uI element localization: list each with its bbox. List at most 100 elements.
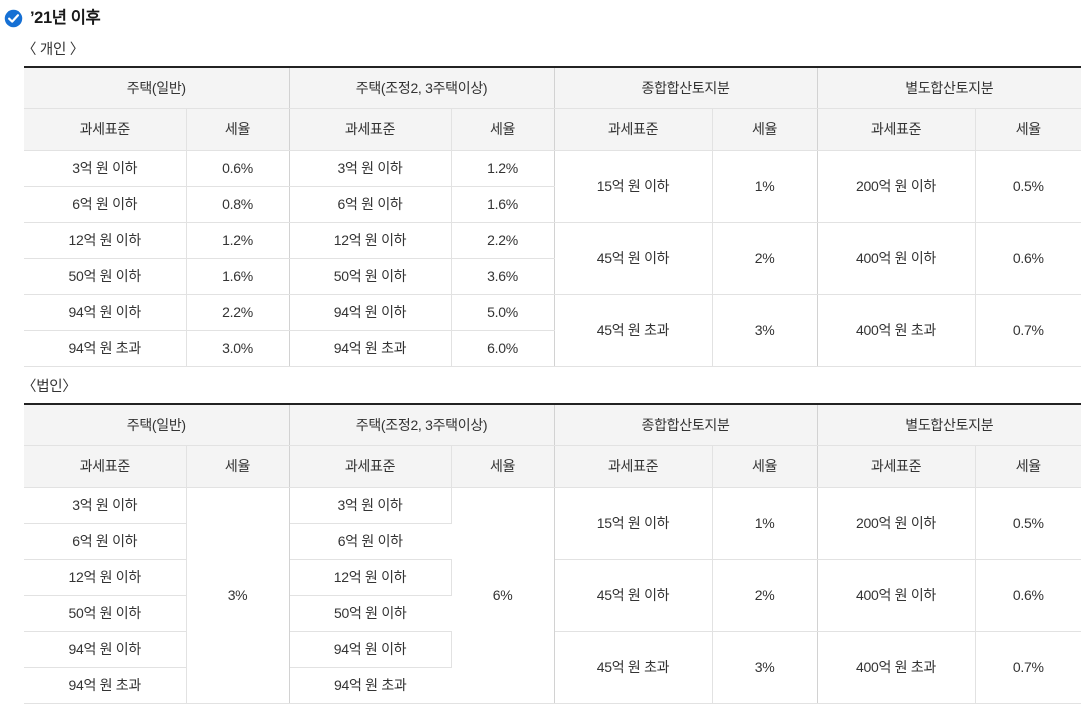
page-title: ’21년 이후 — [30, 8, 101, 27]
cell-rate-land-separate: 0.5% — [975, 487, 1081, 560]
sub-header-row: 과세표준 세율 과세표준 세율 과세표준 세율 과세표준 세율 — [24, 108, 1081, 151]
sub-header-base-3: 과세표준 — [554, 445, 713, 488]
group-header-land-separate: 별도합산토지분 — [817, 67, 1081, 109]
cell-base-general: 94억 원 초과 — [24, 667, 187, 704]
table-head: 주택(일반) 주택(조정2, 3주택이상) 종합합산토지분 별도합산토지분 과세… — [24, 404, 1081, 488]
cell-rate-land-aggregate: 3% — [712, 294, 818, 367]
cell-base-general: 50억 원 이하 — [24, 595, 187, 632]
cell-rate-land-aggregate: 3% — [712, 631, 818, 704]
table-row: 94억 원 이하 2.2% 94억 원 이하 5.0% 45억 원 초과 3% … — [24, 294, 1081, 367]
cell-rate-adjusted: 1.2% — [451, 150, 555, 187]
cell-rate-land-separate: 0.6% — [975, 559, 1081, 632]
cell-rate-land-separate: 0.7% — [975, 631, 1081, 704]
cell-base-adjusted: 6억 원 이하 — [289, 186, 452, 223]
sub-header-base-3: 과세표준 — [554, 108, 713, 151]
sub-header-base-4: 과세표준 — [817, 108, 976, 151]
cell-rate-land-aggregate: 2% — [712, 222, 818, 295]
sub-header-base-2: 과세표준 — [289, 108, 452, 151]
cell-rate-adjusted: 2.2% — [451, 222, 555, 259]
cell-base-adjusted: 3억 원 이하 — [289, 487, 452, 524]
sub-header-rate-2: 세율 — [451, 445, 555, 488]
table-row: 3억 원 이하 3% 3억 원 이하 6% 15억 원 이하 1% 200억 원… — [24, 487, 1081, 704]
sub-header-rate-4: 세율 — [975, 108, 1081, 151]
cell-base-general: 50억 원 이하 — [24, 258, 187, 295]
page-root: ’21년 이후 〈 개인 〉 주택(일반) 주택(조정2, 3주택이상) 종합합… — [0, 0, 1081, 704]
cell-base-adjusted: 94억 원 이하 — [289, 294, 452, 331]
sub-header-base-2: 과세표준 — [289, 445, 452, 488]
sub-header-rate-1: 세율 — [186, 108, 290, 151]
cell-rate-general: 1.6% — [186, 258, 290, 295]
cell-base-land-separate: 200억 원 이하 — [817, 150, 976, 223]
table-row: 12억 원 이하 1.2% 12억 원 이하 2.2% 45억 원 이하 2% … — [24, 222, 1081, 295]
cell-rate-land-separate: 0.5% — [975, 150, 1081, 223]
cell-rate-adjusted-merged: 6% — [451, 487, 555, 704]
group-header-housing-adjusted: 주택(조정2, 3주택이상) — [289, 404, 555, 446]
group-header-land-aggregate: 종합합산토지분 — [554, 67, 818, 109]
group-header-row: 주택(일반) 주택(조정2, 3주택이상) 종합합산토지분 별도합산토지분 — [24, 404, 1081, 446]
cell-rate-land-separate: 0.6% — [975, 222, 1081, 295]
cell-rate-general: 2.2% — [186, 294, 290, 331]
cell-base-general: 3억 원 이하 — [24, 150, 187, 187]
cell-base-land-aggregate: 45억 원 초과 — [554, 294, 713, 367]
cell-base-adjusted: 94억 원 초과 — [289, 667, 452, 704]
cell-base-adjusted: 12억 원 이하 — [289, 222, 452, 259]
cell-base-general: 3억 원 이하 — [24, 487, 187, 524]
cell-base-land-separate: 200억 원 이하 — [817, 487, 976, 560]
tax-rate-table-corporate: 주택(일반) 주택(조정2, 3주택이상) 종합합산토지분 별도합산토지분 과세… — [24, 403, 1081, 704]
cell-base-adjusted: 94억 원 초과 — [289, 330, 452, 367]
sub-header-row: 과세표준 세율 과세표준 세율 과세표준 세율 과세표준 세율 — [24, 445, 1081, 488]
cell-rate-land-aggregate: 1% — [712, 150, 818, 223]
cell-base-general: 94억 원 이하 — [24, 294, 187, 331]
check-circle-icon — [4, 9, 23, 28]
cell-base-adjusted: 12억 원 이하 — [289, 559, 452, 596]
cell-rate-land-aggregate: 2% — [712, 559, 818, 632]
group-header-housing-general: 주택(일반) — [24, 67, 290, 109]
cell-base-land-aggregate: 15억 원 이하 — [554, 150, 713, 223]
group-header-land-aggregate: 종합합산토지분 — [554, 404, 818, 446]
cell-base-land-aggregate: 45억 원 이하 — [554, 222, 713, 295]
cell-base-adjusted: 6억 원 이하 — [289, 523, 452, 560]
sub-header-rate-4: 세율 — [975, 445, 1081, 488]
sub-header-rate-3: 세율 — [712, 445, 818, 488]
cell-rate-land-separate: 0.7% — [975, 294, 1081, 367]
cell-base-land-aggregate: 45억 원 이하 — [554, 559, 713, 632]
sub-header-rate-3: 세율 — [712, 108, 818, 151]
cell-base-adjusted: 50억 원 이하 — [289, 258, 452, 295]
cell-base-general: 94억 원 초과 — [24, 330, 187, 367]
sub-header-base-1: 과세표준 — [24, 108, 187, 151]
sub-header-base-1: 과세표준 — [24, 445, 187, 488]
group-header-row: 주택(일반) 주택(조정2, 3주택이상) 종합합산토지분 별도합산토지분 — [24, 67, 1081, 109]
table-body: 3억 원 이하 3% 3억 원 이하 6% 15억 원 이하 1% 200억 원… — [24, 487, 1081, 704]
sub-header-rate-2: 세율 — [451, 108, 555, 151]
cell-base-land-aggregate: 45억 원 초과 — [554, 631, 713, 704]
cell-rate-general-merged: 3% — [186, 487, 290, 704]
cell-rate-land-aggregate: 1% — [712, 487, 818, 560]
cell-base-general: 94억 원 이하 — [24, 631, 187, 668]
cell-rate-adjusted: 6.0% — [451, 330, 555, 367]
cell-base-land-separate: 400억 원 이하 — [817, 559, 976, 632]
cell-rate-general: 3.0% — [186, 330, 290, 367]
cell-rate-general: 0.6% — [186, 150, 290, 187]
group-header-land-separate: 별도합산토지분 — [817, 404, 1081, 446]
cell-base-land-separate: 400억 원 초과 — [817, 294, 976, 367]
cell-base-adjusted: 94억 원 이하 — [289, 631, 452, 668]
group-header-housing-general: 주택(일반) — [24, 404, 290, 446]
cell-base-general: 6억 원 이하 — [24, 186, 187, 223]
table-body: 3억 원 이하 0.6% 3억 원 이하 1.2% 15억 원 이하 1% 20… — [24, 150, 1081, 367]
sub-header-rate-1: 세율 — [186, 445, 290, 488]
group-header-housing-adjusted: 주택(조정2, 3주택이상) — [289, 67, 555, 109]
cell-base-general: 12억 원 이하 — [24, 559, 187, 596]
cell-base-adjusted: 50억 원 이하 — [289, 595, 452, 632]
cell-rate-general: 1.2% — [186, 222, 290, 259]
cell-base-general: 6억 원 이하 — [24, 523, 187, 560]
cell-base-land-separate: 400억 원 초과 — [817, 631, 976, 704]
tax-rate-table-individual: 주택(일반) 주택(조정2, 3주택이상) 종합합산토지분 별도합산토지분 과세… — [24, 66, 1081, 367]
cell-rate-adjusted: 1.6% — [451, 186, 555, 223]
table-head: 주택(일반) 주택(조정2, 3주택이상) 종합합산토지분 별도합산토지분 과세… — [24, 67, 1081, 151]
cell-rate-general: 0.8% — [186, 186, 290, 223]
cell-rate-adjusted: 5.0% — [451, 294, 555, 331]
table-caption-individual: 〈 개인 〉 — [22, 42, 84, 58]
cell-rate-adjusted: 3.6% — [451, 258, 555, 295]
cell-base-adjusted: 3억 원 이하 — [289, 150, 452, 187]
cell-base-land-aggregate: 15억 원 이하 — [554, 487, 713, 560]
